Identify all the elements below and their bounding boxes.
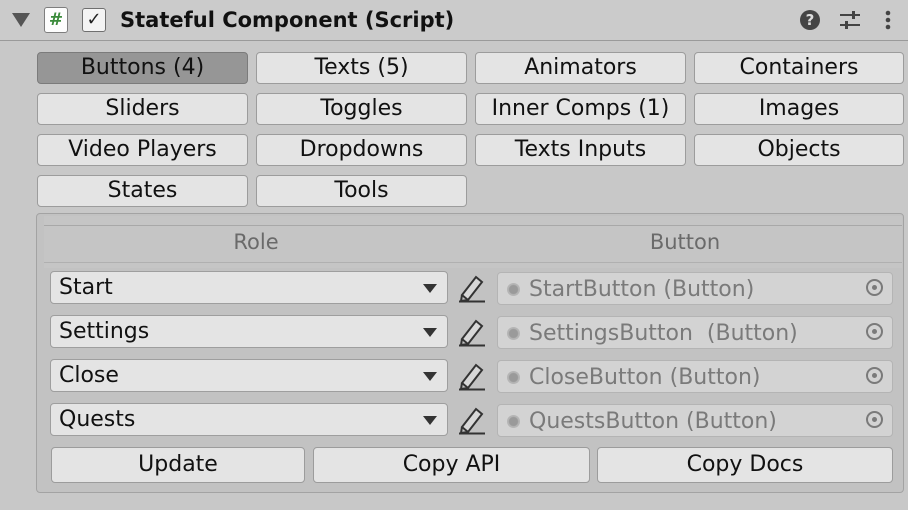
button-object-value: StartButton (Button) (529, 277, 755, 302)
button-component-icon (507, 327, 520, 340)
pencil-edit-icon[interactable] (456, 271, 488, 303)
header-divider (44, 225, 902, 226)
role-dropdown-value: Quests (59, 407, 136, 432)
tab-inner-comps[interactable]: Inner Comps (1) (475, 93, 686, 125)
role-dropdown[interactable]: Settings (50, 315, 448, 348)
pencil-edit-icon[interactable] (456, 403, 488, 435)
role-dropdown[interactable]: Close (50, 359, 448, 392)
button-object-value: CloseButton (Button) (529, 365, 761, 390)
script-icon: # (44, 7, 68, 33)
button-object-value: SettingsButton (Button) (529, 321, 798, 346)
enabled-checkbox[interactable]: ✓ (82, 8, 106, 32)
role-dropdown-value: Close (59, 363, 119, 388)
tab-buttons[interactable]: Buttons (4) (37, 52, 248, 84)
role-dropdown-value: Settings (59, 319, 150, 344)
dropdown-arrow-icon (423, 284, 437, 293)
update-button[interactable]: Update (51, 447, 305, 483)
tab-animators[interactable]: Animators (475, 52, 686, 84)
pencil-edit-icon[interactable] (456, 359, 488, 391)
foldout-arrow-icon[interactable] (12, 13, 30, 27)
object-picker-icon[interactable] (866, 279, 883, 296)
button-object-value: QuestsButton (Button) (529, 409, 777, 434)
presets-sliders-icon[interactable] (838, 8, 862, 32)
dropdown-arrow-icon (423, 328, 437, 337)
role-dropdown-value: Start (59, 275, 113, 300)
role-dropdown[interactable]: Quests (50, 403, 448, 436)
tab-video-players[interactable]: Video Players (37, 134, 248, 166)
header-bottom-divider (44, 262, 902, 263)
context-menu-icon[interactable] (880, 8, 896, 32)
role-column-header: Role (44, 216, 468, 268)
button-component-icon (507, 283, 520, 296)
tab-containers[interactable]: Containers (694, 52, 904, 84)
button-object-field[interactable]: QuestsButton (Button) (497, 404, 893, 437)
tab-states[interactable]: States (37, 175, 248, 207)
tab-sliders[interactable]: Sliders (37, 93, 248, 125)
object-picker-icon[interactable] (866, 323, 883, 340)
dropdown-arrow-icon (423, 416, 437, 425)
button-object-field[interactable]: CloseButton (Button) (497, 360, 893, 393)
button-object-field[interactable]: SettingsButton (Button) (497, 316, 893, 349)
copy-docs-button[interactable]: Copy Docs (597, 447, 893, 483)
component-header: # ✓ Stateful Component (Script) ? (0, 0, 908, 41)
button-object-field[interactable]: StartButton (Button) (497, 272, 893, 305)
object-picker-icon[interactable] (866, 411, 883, 428)
help-icon[interactable]: ? (800, 10, 820, 30)
pencil-edit-icon[interactable] (456, 315, 488, 347)
tab-texts-inputs[interactable]: Texts Inputs (475, 134, 686, 166)
tab-objects[interactable]: Objects (694, 134, 904, 166)
tab-tools[interactable]: Tools (256, 175, 467, 207)
tab-images[interactable]: Images (694, 93, 904, 125)
button-component-icon (507, 371, 520, 384)
tab-dropdowns[interactable]: Dropdowns (256, 134, 467, 166)
tab-toggles[interactable]: Toggles (256, 93, 467, 125)
button-component-icon (507, 415, 520, 428)
object-picker-icon[interactable] (866, 367, 883, 384)
button-column-header: Button (468, 216, 902, 268)
copy-api-button[interactable]: Copy API (313, 447, 590, 483)
component-title: Stateful Component (Script) (120, 8, 455, 32)
role-dropdown[interactable]: Start (50, 271, 448, 304)
dropdown-arrow-icon (423, 372, 437, 381)
tab-texts[interactable]: Texts (5) (256, 52, 467, 84)
